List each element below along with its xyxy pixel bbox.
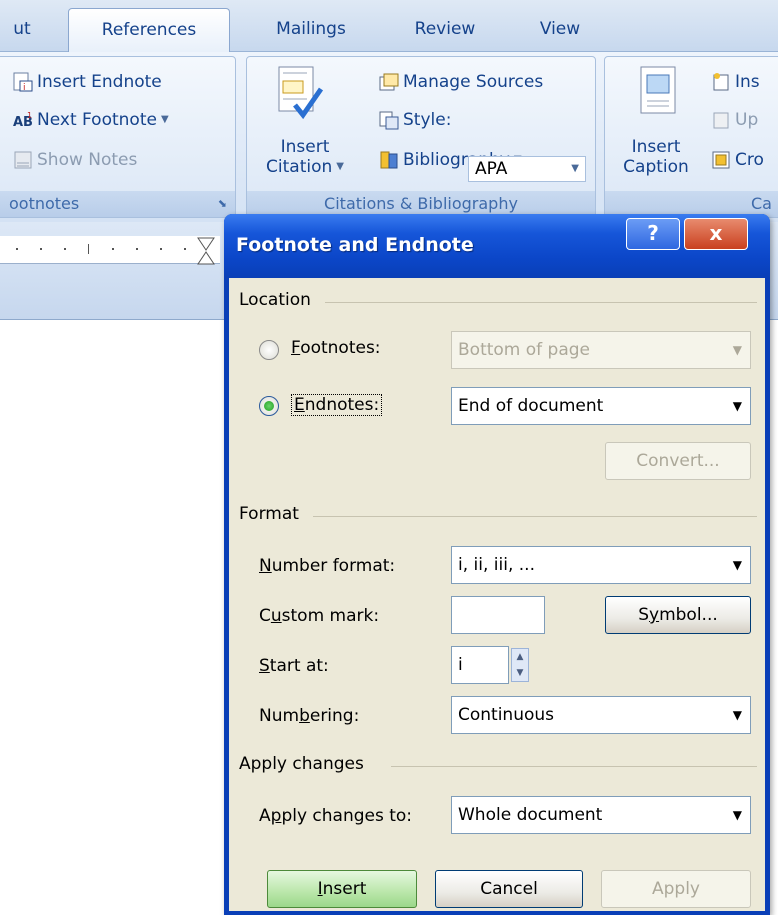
footnotes-radio[interactable] — [259, 340, 279, 360]
tab-layout[interactable]: ut — [0, 14, 44, 52]
indent-marker-icon[interactable] — [196, 236, 216, 268]
insert-caption-button[interactable]: Insert Caption — [613, 137, 699, 177]
number-format-select[interactable]: i, ii, iii, ... ▼ — [451, 546, 751, 584]
cancel-button[interactable]: Cancel — [435, 870, 583, 908]
spin-down-icon[interactable]: ▼ — [512, 665, 528, 681]
apply-button[interactable]: Apply — [601, 870, 751, 908]
cross-reference-button[interactable]: Cro — [711, 145, 764, 175]
endnotes-label: Endnotes: — [291, 394, 383, 416]
apply-changes-section-title: Apply changes — [239, 754, 364, 774]
start-at-input[interactable]: i — [451, 646, 509, 684]
update-table-button[interactable]: Up — [711, 105, 758, 135]
apply-changes-to-select[interactable]: Whole document ▼ — [451, 796, 751, 834]
bibliography-icon — [380, 151, 398, 169]
help-button[interactable]: ? — [626, 218, 680, 250]
format-divider — [313, 516, 757, 517]
insert-citation-icon — [278, 66, 324, 120]
symbol-button[interactable]: Symbol... — [605, 596, 751, 634]
ribbon: i Insert Endnote AB 1 Next Footnote ▼ Show N… — [0, 52, 778, 222]
dialog-title-bar[interactable]: Footnote and Endnote ? x — [224, 214, 770, 278]
footnote-endnote-dialog: Footnote and Endnote ? x Location Footno… — [224, 214, 770, 915]
endnotes-location-select[interactable]: End of document ▼ — [451, 387, 751, 425]
next-footnote-label: Next Footnote — [37, 110, 157, 130]
style-select[interactable]: APA ▼ — [468, 156, 586, 182]
manage-sources-icon — [379, 73, 399, 91]
insert-caption-icon — [640, 66, 676, 114]
close-icon: x — [709, 221, 723, 245]
tab-mailings[interactable]: Mailings — [256, 14, 366, 52]
convert-button[interactable]: Convert... — [605, 442, 751, 480]
close-button[interactable]: x — [684, 218, 748, 250]
numbering-label: Numbering: — [259, 706, 360, 726]
chevron-down-icon: ▼ — [160, 114, 169, 125]
custom-mark-input[interactable] — [451, 596, 545, 634]
svg-text:i: i — [23, 83, 26, 92]
footnotes-location-select[interactable]: Bottom of page ▼ — [451, 331, 751, 369]
insert-endnote-icon: i — [13, 72, 33, 92]
start-at-label: Start at: — [259, 656, 329, 676]
footnotes-group: i Insert Endnote AB 1 Next Footnote ▼ Show N… — [0, 56, 236, 218]
dialog-title: Footnote and Endnote — [236, 234, 474, 256]
insert-table-of-figures-button[interactable]: Ins — [711, 67, 760, 97]
style-icon — [379, 111, 399, 130]
ribbon-tab-bar: ut References Mailings Review View — [0, 0, 778, 53]
captions-group: Insert Caption Ins Up Cro Ca — [604, 56, 778, 218]
chevron-down-icon: ▼ — [732, 558, 742, 572]
footnotes-group-label: ootnotes ⬊ — [0, 191, 235, 217]
radio-selected-dot — [264, 401, 274, 411]
dialog-body: Location Footnotes: Bottom of page ▼ Endn… — [229, 278, 765, 911]
endnotes-radio[interactable] — [259, 396, 279, 416]
chevron-down-icon: ▼ — [336, 161, 344, 172]
custom-mark-label: Custom mark: — [259, 606, 380, 626]
show-notes-icon — [14, 151, 32, 169]
show-notes-label: Show Notes — [37, 150, 138, 170]
table-of-figures-icon — [713, 73, 729, 91]
tab-view[interactable]: View — [520, 14, 600, 52]
start-at-spinner[interactable]: ▲ ▼ — [511, 648, 529, 682]
insert-button[interactable]: Insert — [267, 870, 417, 908]
insert-endnote-label: Insert Endnote — [37, 72, 162, 92]
style-label: Style: — [379, 105, 451, 135]
chevron-down-icon: ▼ — [732, 708, 742, 722]
update-table-icon — [713, 112, 729, 129]
dialog-launcher-icon[interactable]: ⬊ — [218, 191, 227, 217]
manage-sources-label: Manage Sources — [403, 72, 544, 92]
apply-changes-to-label: Apply changes to: — [259, 806, 413, 826]
manage-sources-button[interactable]: Manage Sources — [379, 67, 543, 97]
apply-changes-divider — [391, 766, 757, 767]
next-footnote-icon: AB1 — [13, 111, 33, 130]
chevron-down-icon: ▼ — [732, 399, 742, 413]
insert-endnote-button[interactable]: i Insert Endnote — [13, 67, 162, 97]
svg-text:1: 1 — [27, 111, 32, 120]
chevron-down-icon: ▼ — [732, 808, 742, 822]
insert-citation-button[interactable]: Insert Citation ▼ — [253, 137, 357, 177]
citations-group: Insert Citation ▼ Manage Sources Style: B… — [246, 56, 596, 218]
tab-review[interactable]: Review — [400, 14, 490, 52]
format-section-title: Format — [239, 504, 299, 524]
footnotes-label: Footnotes: — [291, 338, 381, 358]
help-icon: ? — [647, 221, 659, 245]
location-section-title: Location — [239, 290, 311, 310]
show-notes-button[interactable]: Show Notes — [13, 145, 137, 175]
cross-reference-icon — [712, 151, 730, 169]
chevron-down-icon: ▼ — [571, 163, 579, 174]
next-footnote-button[interactable]: AB 1 Next Footnote ▼ — [13, 105, 169, 135]
location-divider — [325, 302, 757, 303]
number-format-label: Number format: — [259, 556, 396, 576]
chevron-down-icon: ▼ — [732, 343, 742, 357]
horizontal-ruler[interactable] — [0, 236, 220, 265]
numbering-select[interactable]: Continuous ▼ — [451, 696, 751, 734]
spin-up-icon[interactable]: ▲ — [512, 649, 528, 665]
tab-references[interactable]: References — [68, 8, 230, 53]
